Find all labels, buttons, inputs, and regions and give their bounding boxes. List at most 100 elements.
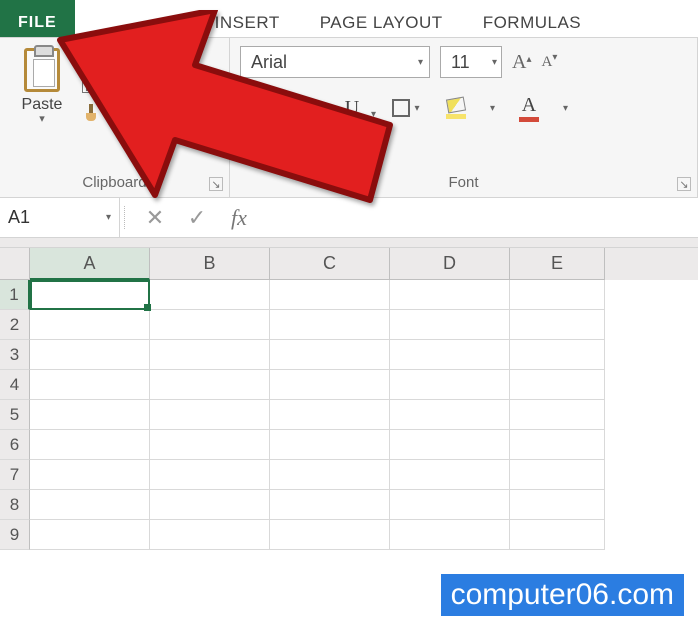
row-header-3[interactable]: 3 bbox=[0, 340, 30, 370]
formula-input[interactable] bbox=[260, 198, 698, 237]
row-header-6[interactable]: 6 bbox=[0, 430, 30, 460]
cell-c1[interactable] bbox=[270, 280, 390, 310]
cell-a6[interactable] bbox=[30, 430, 150, 460]
spacer bbox=[0, 238, 698, 248]
scissors-icon bbox=[82, 48, 100, 66]
cell-c9[interactable] bbox=[270, 520, 390, 550]
copy-dropdown-icon[interactable]: ▾ bbox=[151, 80, 156, 91]
cell-e6[interactable] bbox=[510, 430, 605, 460]
copy-button[interactable]: Copy ▾ bbox=[82, 76, 219, 94]
cell-e3[interactable] bbox=[510, 340, 605, 370]
cell-b7[interactable] bbox=[150, 460, 270, 490]
fill-color-swatch bbox=[446, 114, 466, 119]
cell-c6[interactable] bbox=[270, 430, 390, 460]
column-header-b[interactable]: B bbox=[150, 248, 270, 280]
cell-a1[interactable] bbox=[30, 280, 150, 310]
brush-icon bbox=[82, 104, 100, 122]
row-header-7[interactable]: 7 bbox=[0, 460, 30, 490]
cell-b8[interactable] bbox=[150, 490, 270, 520]
name-box[interactable]: A1 ▾ bbox=[0, 198, 120, 237]
cell-a5[interactable] bbox=[30, 400, 150, 430]
formula-cancel-button[interactable]: ✕ bbox=[134, 198, 176, 237]
cell-d4[interactable] bbox=[390, 370, 510, 400]
row-header-8[interactable]: 8 bbox=[0, 490, 30, 520]
cell-e8[interactable] bbox=[510, 490, 605, 520]
column-header-c[interactable]: C bbox=[270, 248, 390, 280]
cell-e7[interactable] bbox=[510, 460, 605, 490]
row-header-4[interactable]: 4 bbox=[0, 370, 30, 400]
cell-a2[interactable] bbox=[30, 310, 150, 340]
row-header-5[interactable]: 5 bbox=[0, 400, 30, 430]
cell-e1[interactable] bbox=[510, 280, 605, 310]
separator bbox=[124, 206, 130, 229]
tab-page-layout[interactable]: PAGE LAYOUT bbox=[300, 0, 463, 37]
cell-e4[interactable] bbox=[510, 370, 605, 400]
grow-font-button[interactable]: A▴ bbox=[512, 51, 531, 74]
column-header-a[interactable]: A bbox=[30, 248, 150, 280]
column-header-d[interactable]: D bbox=[390, 248, 510, 280]
font-size-select[interactable]: 11 ▾ bbox=[440, 46, 502, 78]
chevron-down-icon[interactable]: ▾ bbox=[106, 212, 111, 223]
cell-b4[interactable] bbox=[150, 370, 270, 400]
row-header-1[interactable]: 1 bbox=[0, 280, 30, 310]
cell-e5[interactable] bbox=[510, 400, 605, 430]
cell-c5[interactable] bbox=[270, 400, 390, 430]
paste-dropdown-icon[interactable]: ▾ bbox=[39, 112, 45, 125]
tab-formulas[interactable]: FORMULAS bbox=[463, 0, 601, 37]
select-all-corner[interactable] bbox=[0, 248, 30, 280]
cell-d6[interactable] bbox=[390, 430, 510, 460]
cell-d2[interactable] bbox=[390, 310, 510, 340]
shrink-font-button[interactable]: A▾ bbox=[541, 54, 557, 71]
row-header-9[interactable]: 9 bbox=[0, 520, 30, 550]
font-group-label: Font bbox=[230, 170, 697, 193]
cell-a3[interactable] bbox=[30, 340, 150, 370]
cell-a8[interactable] bbox=[30, 490, 150, 520]
chevron-down-icon[interactable]: ▾ bbox=[371, 109, 376, 120]
format-painter-button[interactable]: Format Painter bbox=[82, 104, 219, 122]
fill-color-button[interactable] bbox=[440, 92, 472, 124]
cell-d5[interactable] bbox=[390, 400, 510, 430]
cell-b1[interactable] bbox=[150, 280, 270, 310]
formula-enter-button[interactable]: ✓ bbox=[176, 198, 218, 237]
font-launcher[interactable]: ↘ bbox=[677, 177, 691, 191]
cell-e2[interactable] bbox=[510, 310, 605, 340]
cell-d8[interactable] bbox=[390, 490, 510, 520]
chevron-down-icon[interactable]: ▾ bbox=[414, 103, 419, 114]
row-header-2[interactable]: 2 bbox=[0, 310, 30, 340]
cell-d3[interactable] bbox=[390, 340, 510, 370]
cell-c2[interactable] bbox=[270, 310, 390, 340]
font-color-button[interactable]: A bbox=[513, 92, 545, 124]
cell-b9[interactable] bbox=[150, 520, 270, 550]
cell-b5[interactable] bbox=[150, 400, 270, 430]
cell-c4[interactable] bbox=[270, 370, 390, 400]
tab-insert[interactable]: INSERT bbox=[195, 0, 300, 37]
cell-d7[interactable] bbox=[390, 460, 510, 490]
column-header-e[interactable]: E bbox=[510, 248, 605, 280]
watermark: computer06.com bbox=[441, 574, 684, 616]
cell-b3[interactable] bbox=[150, 340, 270, 370]
insert-function-button[interactable]: fx bbox=[218, 198, 260, 237]
cell-a9[interactable] bbox=[30, 520, 150, 550]
font-name-select[interactable]: Arial ▾ bbox=[240, 46, 430, 78]
cell-b6[interactable] bbox=[150, 430, 270, 460]
cell-a7[interactable] bbox=[30, 460, 150, 490]
cell-a4[interactable] bbox=[30, 370, 150, 400]
tab-file[interactable]: FILE bbox=[0, 0, 75, 37]
borders-button[interactable]: ▾ bbox=[390, 92, 422, 124]
cell-d1[interactable] bbox=[390, 280, 510, 310]
cell-c8[interactable] bbox=[270, 490, 390, 520]
cell-c7[interactable] bbox=[270, 460, 390, 490]
cell-b2[interactable] bbox=[150, 310, 270, 340]
chevron-down-icon: ▾ bbox=[492, 57, 497, 68]
chevron-down-icon: ▾ bbox=[418, 57, 423, 68]
bold-button[interactable]: B bbox=[240, 92, 272, 124]
underline-button[interactable]: U ▾ bbox=[340, 92, 372, 124]
cell-e9[interactable] bbox=[510, 520, 605, 550]
cut-button[interactable]: Cut bbox=[82, 48, 219, 66]
cell-c3[interactable] bbox=[270, 340, 390, 370]
cell-d9[interactable] bbox=[390, 520, 510, 550]
italic-button[interactable]: I bbox=[290, 92, 322, 124]
font-color-dropdown[interactable]: ▾ bbox=[563, 103, 568, 114]
clipboard-launcher[interactable]: ↘ bbox=[209, 177, 223, 191]
fill-color-dropdown[interactable]: ▾ bbox=[490, 103, 495, 114]
